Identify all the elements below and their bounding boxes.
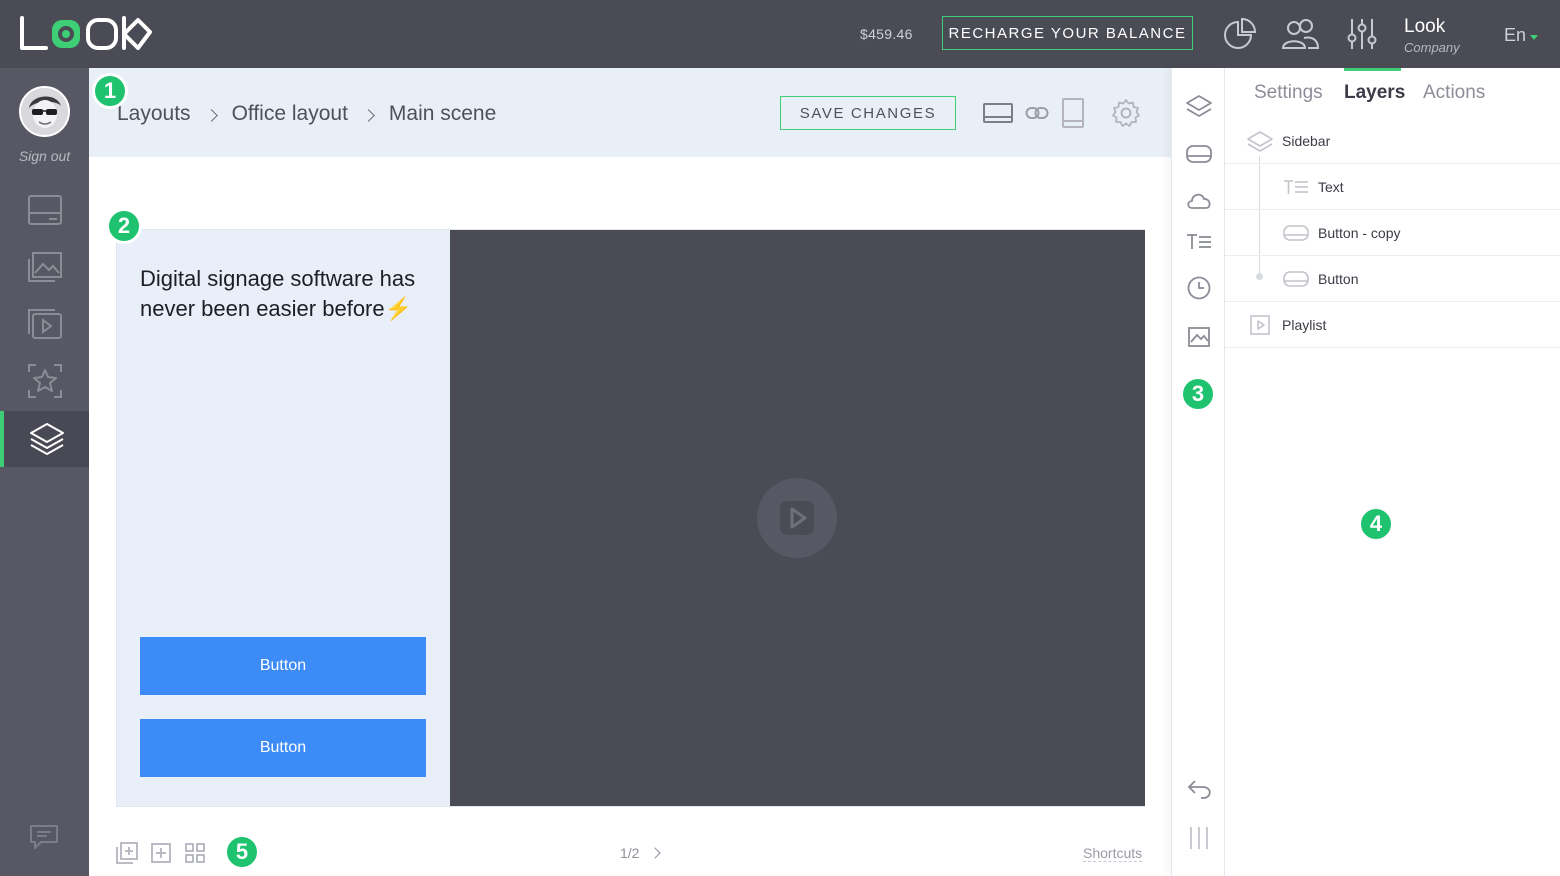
play-icon[interactable] xyxy=(757,478,837,558)
layer-label: Text xyxy=(1318,178,1344,195)
left-navigation: Sign out xyxy=(0,68,89,876)
shortcuts-link[interactable]: Shortcuts xyxy=(1083,845,1143,862)
scene-button-copy[interactable]: Button xyxy=(140,637,426,695)
users-icon[interactable] xyxy=(1280,16,1320,52)
callout-marker-3: 3 xyxy=(1180,376,1216,412)
image-icon[interactable] xyxy=(1184,322,1214,352)
tab-settings[interactable]: Settings xyxy=(1254,82,1323,104)
layer-item-button[interactable]: Button xyxy=(1225,256,1560,302)
callout-marker-2: 2 xyxy=(106,208,142,244)
chevron-down-icon xyxy=(1530,34,1539,40)
tab-actions[interactable]: Actions xyxy=(1423,82,1485,104)
layer-item-playlist[interactable]: Playlist xyxy=(1225,302,1560,348)
look-logo[interactable] xyxy=(18,14,158,54)
screen-icon xyxy=(27,194,63,226)
button-shape-icon xyxy=(1282,268,1310,290)
breadcrumb-main-scene: Main scene xyxy=(388,102,497,125)
link-icon[interactable] xyxy=(1025,95,1049,131)
tab-layers[interactable]: Layers xyxy=(1344,82,1405,104)
panel-tabs: Settings Layers Actions xyxy=(1225,68,1560,118)
breadcrumb-layouts[interactable]: Layouts xyxy=(117,102,191,126)
save-changes-button[interactable]: SAVE CHANGES xyxy=(780,96,956,130)
chevron-right-icon xyxy=(204,108,218,122)
scene-headline[interactable]: Digital signage software has never been … xyxy=(140,264,420,324)
sign-out-link[interactable]: Sign out xyxy=(0,148,89,164)
nav-screens[interactable] xyxy=(0,182,89,238)
portrait-icon[interactable] xyxy=(1061,95,1085,131)
chevron-right-icon[interactable] xyxy=(649,847,662,859)
drag-handle-icon[interactable] xyxy=(1184,823,1214,853)
editor-header: Layouts Office layout Main scene SAVE CH… xyxy=(89,68,1171,157)
avatar[interactable] xyxy=(19,86,70,137)
nav-templates[interactable] xyxy=(0,353,89,409)
layer-item-text[interactable]: Text xyxy=(1225,164,1560,210)
add-layer-icon[interactable] xyxy=(115,841,139,865)
scene-playlist-zone[interactable] xyxy=(450,230,1145,806)
nav-layouts[interactable] xyxy=(0,411,89,467)
text-icon[interactable] xyxy=(1184,227,1214,257)
callout-marker-1: 1 xyxy=(92,73,128,109)
cloud-icon[interactable] xyxy=(1184,185,1214,215)
account-balance: $459.46 xyxy=(860,26,913,42)
recharge-balance-button[interactable]: RECHARGE YOUR BALANCE xyxy=(942,16,1193,50)
grid-icon[interactable] xyxy=(183,841,207,865)
image-gallery-icon xyxy=(27,251,63,283)
button-shape-icon[interactable] xyxy=(1184,139,1214,169)
top-bar: $459.46 RECHARGE YOUR BALANCE Look Compa… xyxy=(0,0,1560,68)
clock-icon[interactable] xyxy=(1184,273,1214,303)
button-shape-icon xyxy=(1282,222,1310,244)
layer-label: Sidebar xyxy=(1282,132,1331,149)
nav-media[interactable] xyxy=(0,239,89,295)
layers-icon xyxy=(29,421,65,457)
layer-label: Button xyxy=(1318,270,1359,287)
pager-label: 1/2 xyxy=(620,845,640,861)
layer-item-button-copy[interactable]: Button - copy xyxy=(1225,210,1560,256)
layers-icon xyxy=(1246,130,1274,152)
scene-preview[interactable]: Digital signage software has never been … xyxy=(116,229,1145,807)
analytics-pie-icon[interactable] xyxy=(1222,16,1258,52)
breadcrumb: Layouts Office layout Main scene xyxy=(117,102,496,126)
layer-item-sidebar[interactable]: Sidebar xyxy=(1225,118,1560,164)
settings-gear-icon[interactable] xyxy=(1110,95,1142,131)
language-label: En xyxy=(1504,25,1527,45)
layer-label: Button - copy xyxy=(1318,224,1401,241)
lightning-emoji: ⚡ xyxy=(384,296,413,321)
user-company: Company xyxy=(1404,40,1460,55)
language-selector[interactable]: En xyxy=(1504,25,1539,46)
scene-headline-text: Digital signage software has never been … xyxy=(140,266,416,321)
sliders-icon[interactable] xyxy=(1344,16,1380,52)
properties-panel: Settings Layers Actions Sidebar Text But… xyxy=(1225,68,1560,876)
layer-label: Playlist xyxy=(1282,316,1327,333)
nav-playlists[interactable] xyxy=(0,296,89,352)
callout-marker-5: 5 xyxy=(224,834,260,870)
playlist-icon xyxy=(27,308,63,340)
layers-icon[interactable] xyxy=(1184,92,1214,122)
active-tab-indicator xyxy=(1344,68,1401,71)
chevron-right-icon xyxy=(362,108,375,122)
scene-button[interactable]: Button xyxy=(140,719,426,777)
chat-icon[interactable] xyxy=(29,824,59,850)
user-name[interactable]: Look xyxy=(1404,16,1445,38)
layout-canvas: Digital signage software has never been … xyxy=(89,157,1171,876)
landscape-icon[interactable] xyxy=(982,95,1014,131)
text-icon xyxy=(1282,176,1310,198)
playlist-icon xyxy=(1246,314,1274,336)
breadcrumb-office-layout[interactable]: Office layout xyxy=(232,102,348,126)
callout-marker-4: 4 xyxy=(1358,506,1394,542)
element-toolbar xyxy=(1171,68,1225,876)
scene-pager[interactable]: 1/2 xyxy=(620,845,662,861)
add-frame-icon[interactable] xyxy=(149,841,173,865)
star-frame-icon xyxy=(27,363,63,399)
undo-icon[interactable] xyxy=(1184,774,1214,804)
scene-sidebar-zone[interactable]: Digital signage software has never been … xyxy=(117,230,450,806)
